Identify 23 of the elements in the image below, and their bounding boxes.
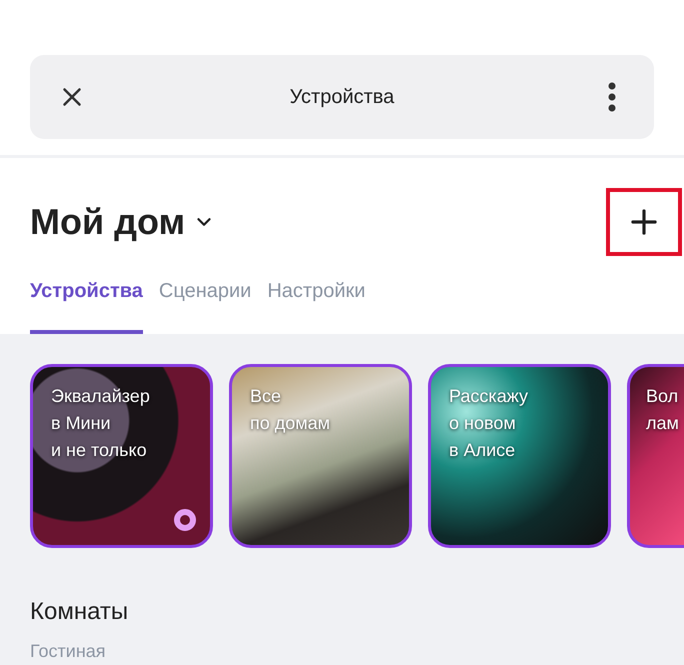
story-caption: в Алисе xyxy=(449,439,516,462)
tab[interactable]: Устройства xyxy=(30,268,143,334)
story-card[interactable]: Вол лам xyxy=(627,364,684,548)
story-caption: Расскажу xyxy=(449,385,529,408)
story-caption: в Мини xyxy=(51,412,112,435)
story-caption: Все xyxy=(250,385,282,408)
story-caption: Эквалайзер xyxy=(51,385,151,408)
story-caption: по домам xyxy=(250,412,332,435)
window-title: Устройства xyxy=(288,85,396,110)
add-button[interactable] xyxy=(606,188,682,256)
story-card[interactable]: Все по домам xyxy=(229,364,412,548)
story-caption: о новом xyxy=(449,412,517,435)
story-caption: и не только xyxy=(51,439,148,462)
home-selector[interactable]: Мой дом xyxy=(30,195,216,249)
tab[interactable]: Настройки xyxy=(267,268,366,334)
story-card[interactable]: Расскажу о новом в Алисе xyxy=(428,364,611,548)
story-caption: лам xyxy=(646,412,680,435)
section-title: Комнаты xyxy=(30,597,130,627)
more-vertical-icon xyxy=(608,82,616,112)
story-caption: Вол xyxy=(646,385,680,408)
tab[interactable]: Сценарии xyxy=(158,268,252,334)
room-name[interactable]: Гостиная xyxy=(30,638,684,665)
story-card[interactable]: Эквалайзер в Мини и не только xyxy=(30,364,213,548)
